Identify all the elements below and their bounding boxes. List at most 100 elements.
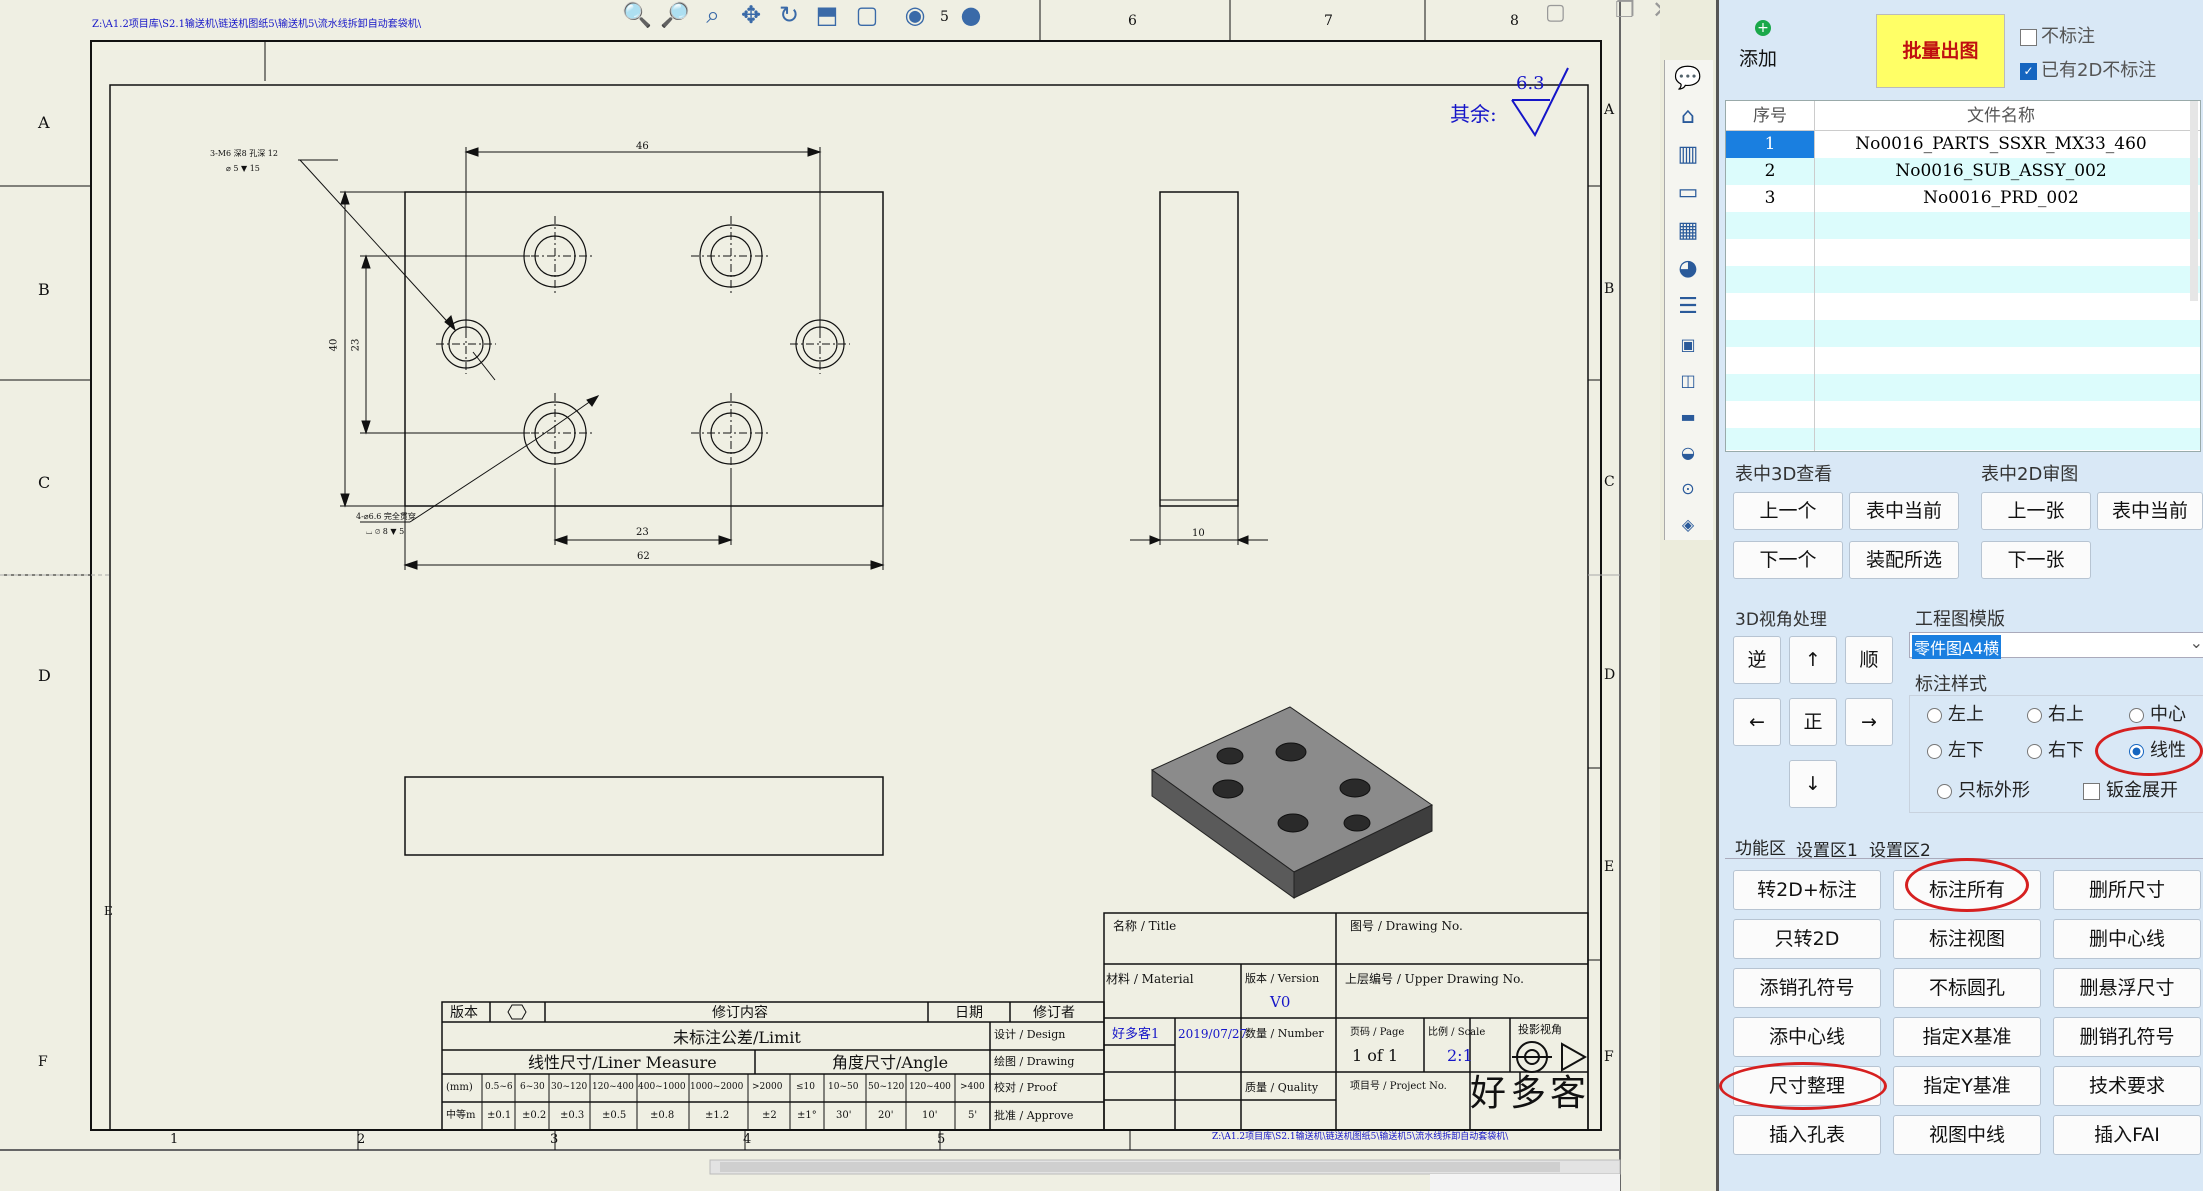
radio-bottom-left[interactable]: 左下 [1927, 736, 1984, 766]
sheetmetal-checkbox[interactable]: 钣金展开 [2083, 776, 2178, 806]
delete-dangling-dims-button[interactable]: 删悬浮尺寸 [2053, 968, 2201, 1008]
outline-only-radio[interactable]: 只标外形 [1937, 776, 2030, 806]
tech-requirements-button[interactable]: 技术要求 [2053, 1066, 2201, 1106]
no-annotate-checkbox[interactable]: 不标注 [2020, 22, 2095, 48]
rotate-left-button[interactable]: ← [1733, 698, 1781, 746]
package-icon[interactable]: ◈ [1671, 510, 1705, 540]
drawing-canvas[interactable]: 🔍 🔎 ⌕ ✥ ↻ ⬒ ▢ ◉ 5 ● 6 7 8 ▢ ❐ ✕ Z:\A1.2项… [0, 0, 1660, 1191]
next-3d-button[interactable]: 下一个 [1733, 541, 1843, 579]
parts-icon[interactable]: ▥ [1671, 140, 1705, 170]
radio-dot[interactable] [2129, 707, 2144, 723]
radio-dot[interactable] [1927, 743, 1942, 759]
check-mark-icon[interactable]: ✓ [2020, 62, 2037, 80]
rotate-icon[interactable]: ↻ [774, 0, 804, 30]
set-x-datum-button[interactable]: 指定X基准 [1893, 1017, 2041, 1057]
library-icon[interactable]: ▬ [1671, 402, 1705, 432]
linear-measure-title: 线性尺寸/Liner Measure [528, 1053, 717, 1072]
restore-icon[interactable]: ❐ [1615, 0, 1635, 22]
delete-pin-symbol-button[interactable]: 删销孔符号 [2053, 1017, 2201, 1057]
to2d-annotate-button[interactable]: 转2D+标注 [1733, 870, 1881, 910]
dim-62: 62 [637, 551, 650, 562]
hide-show-icon[interactable]: ◉ [900, 0, 930, 30]
radio-dot-selected[interactable] [2129, 743, 2144, 759]
prev-3d-button[interactable]: 上一个 [1733, 492, 1843, 530]
roughness-label: 其余: [1450, 102, 1497, 126]
minimize-icon[interactable]: ▢ [1545, 2, 1566, 24]
appearance-ball-icon[interactable]: ◕ [1671, 254, 1705, 284]
add-centerline-button[interactable]: 添中心线 [1733, 1017, 1881, 1057]
zoom-icon[interactable]: ⌕ [698, 0, 728, 30]
add-label: 添加 [1739, 48, 1778, 70]
rotate-ccw-button[interactable]: 逆 [1733, 636, 1781, 684]
radio-top-right[interactable]: 右上 [2027, 700, 2084, 730]
batch-export-button[interactable]: 批量出图 [1876, 14, 2005, 88]
current-3d-button[interactable]: 表中当前 [1849, 492, 1959, 530]
add-pin-symbol-button[interactable]: 添销孔符号 [1733, 968, 1881, 1008]
radio-label: 右上 [2048, 704, 2084, 725]
table-row[interactable]: 3 No0016_PRD_002 [1726, 185, 2200, 212]
delete-all-dims-button[interactable]: 删所尺寸 [2053, 870, 2201, 910]
zoom-area-icon[interactable]: 🔎 [660, 0, 690, 30]
front-view-button[interactable]: 正 [1789, 698, 1837, 746]
rotate-down-button[interactable]: ↓ [1789, 760, 1837, 808]
tol-header: 30~120 [551, 1082, 588, 1092]
display-style-icon[interactable]: ▢ [852, 0, 882, 30]
radio-linear[interactable]: 线性 [2129, 736, 2186, 766]
assemble-selected-button[interactable]: 装配所选 [1849, 541, 1959, 579]
radio-dot[interactable] [2027, 743, 2042, 759]
chat-icon[interactable]: 💬 [1671, 64, 1705, 94]
radio-dot[interactable] [1927, 707, 1942, 723]
view-palette-icon[interactable]: ▦ [1671, 216, 1705, 246]
tol-value: ±2 [762, 1110, 777, 1121]
next-2d-button[interactable]: 下一张 [1981, 541, 2091, 579]
radio-dot[interactable] [1937, 783, 1952, 799]
design-check-icon[interactable]: ◫ [1671, 366, 1705, 396]
table-row[interactable]: 1 No0016_PARTS_SSXR_MX33_460 [1726, 131, 2200, 159]
tidy-dims-button[interactable]: 尺寸整理 [1733, 1066, 1881, 1106]
appearance-icon[interactable]: ● [956, 0, 986, 30]
annotate-view-button[interactable]: 标注视图 [1893, 919, 2041, 959]
template-title: 工程图模版 [1915, 609, 2005, 630]
prev-2d-button[interactable]: 上一张 [1981, 492, 2091, 530]
radio-dot[interactable] [2027, 707, 2042, 723]
home-icon[interactable]: ⌂ [1671, 102, 1705, 132]
folder-icon[interactable]: ▭ [1671, 178, 1705, 208]
table-row[interactable]: 2 No0016_SUB_ASSY_002 [1726, 158, 2200, 185]
rotate-cw-button[interactable]: 顺 [1845, 636, 1893, 684]
chevron-down-icon[interactable]: ⌄ [2190, 633, 2203, 652]
radio-bottom-right[interactable]: 右下 [2027, 736, 2084, 766]
radio-top-left[interactable]: 左上 [1927, 700, 1984, 730]
empty-row [1726, 266, 2200, 293]
table-scrollbar[interactable] [2190, 101, 2198, 301]
link-icon[interactable]: ⊙ [1671, 474, 1705, 504]
zoom-fit-icon[interactable]: 🔍 [622, 0, 652, 30]
properties-icon[interactable]: ☰ [1671, 292, 1705, 322]
template-select[interactable]: 零件图A4横 ⌄ [1909, 632, 2203, 659]
skip-round-holes-button[interactable]: 不标圆孔 [1893, 968, 2041, 1008]
insert-hole-table-button[interactable]: 插入孔表 [1733, 1115, 1881, 1155]
checkbox-box[interactable] [2020, 28, 2037, 46]
view2d-title: 表中2D审图 [1981, 464, 2079, 485]
has2d-checkbox[interactable]: ✓ 已有2D不标注 [2020, 56, 2156, 82]
view-centerline-button[interactable]: 视图中线 [1893, 1115, 2041, 1155]
add-button[interactable]: + 添加 [1729, 14, 1839, 84]
row-letter-b-right: B [1604, 281, 1615, 297]
view-orient-icon[interactable]: ⬒ [812, 0, 842, 30]
insert-fai-button[interactable]: 插入FAI [2053, 1115, 2201, 1155]
rotate-right-button[interactable]: → [1845, 698, 1893, 746]
delete-centerline-button[interactable]: 删中心线 [2053, 919, 2201, 959]
close-icon[interactable]: ✕ [1652, 0, 1660, 22]
tab-function[interactable]: 功能区 [1735, 834, 1786, 859]
radio-center[interactable]: 中心 [2129, 700, 2186, 730]
current-2d-button[interactable]: 表中当前 [2097, 492, 2203, 530]
checkbox-box[interactable] [2083, 782, 2100, 800]
render-icon[interactable]: ◒ [1671, 438, 1705, 468]
pan-icon[interactable]: ✥ [736, 0, 766, 30]
dim-23-horizontal: 23 [636, 527, 649, 538]
toolbox-icon[interactable]: ▣ [1671, 330, 1705, 360]
view3d-title: 表中3D查看 [1735, 464, 1833, 485]
only-to2d-button[interactable]: 只转2D [1733, 919, 1881, 959]
annotate-all-button[interactable]: 标注所有 [1893, 870, 2041, 910]
rotate-up-button[interactable]: ↑ [1789, 636, 1837, 684]
set-y-datum-button[interactable]: 指定Y基准 [1893, 1066, 2041, 1106]
